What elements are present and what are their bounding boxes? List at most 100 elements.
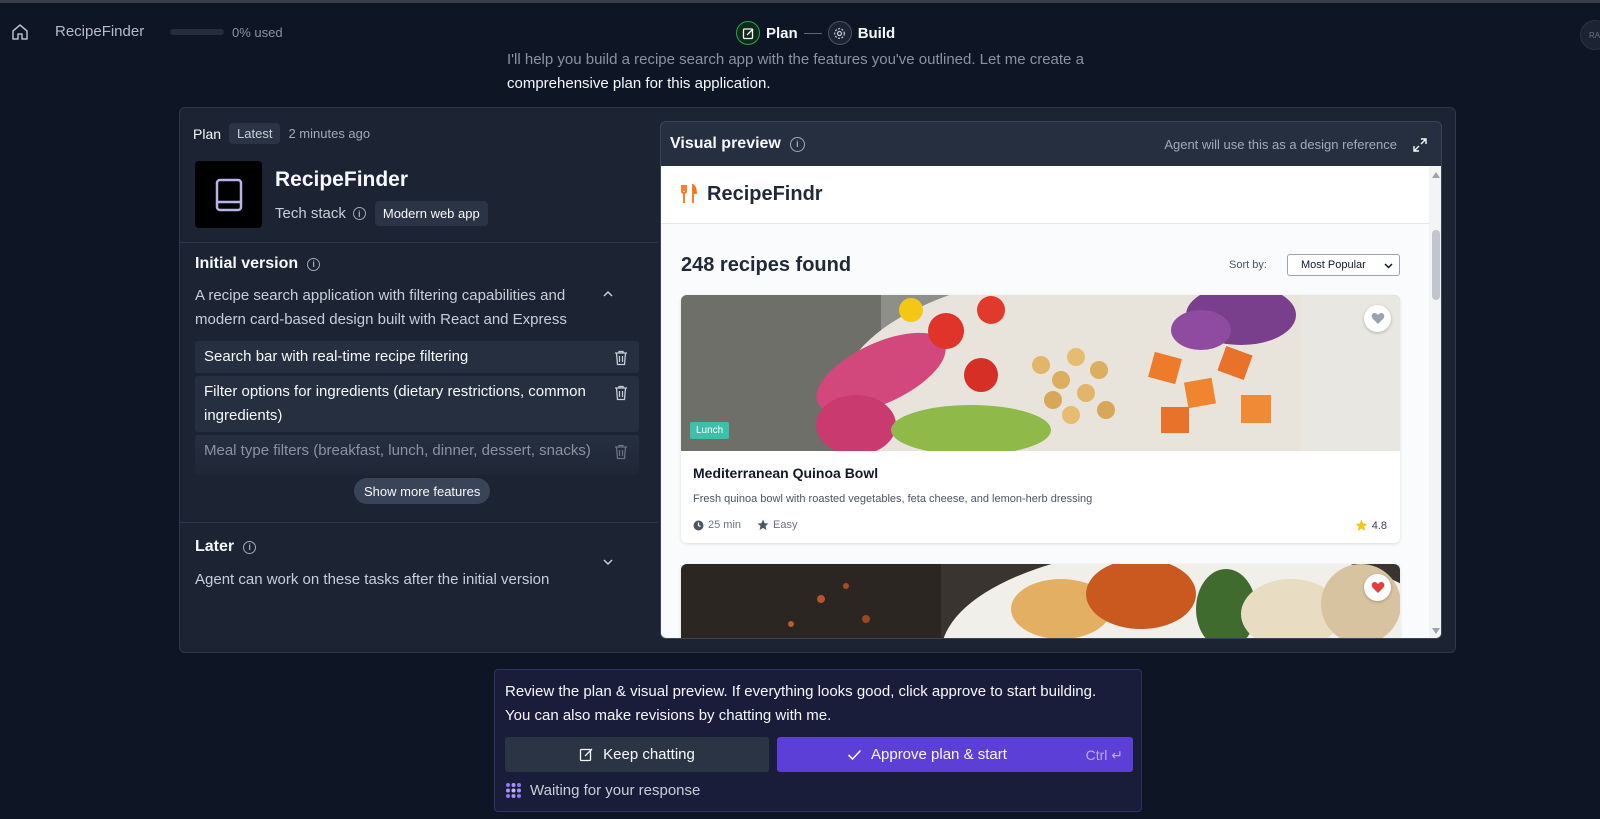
trash-icon[interactable] [614,350,628,366]
check-icon [847,749,862,760]
recipe-title[interactable]: Mediterranean Quinoa Bowl [693,465,878,481]
recipe-card[interactable] [681,564,1400,638]
keep-chatting-label: Keep chatting [603,746,695,763]
feature-label: Meal type filters (breakfast, lunch, din… [204,442,591,459]
approval-panel: Review the plan & visual preview. If eve… [494,669,1142,812]
feature-label: Filter options for ingredients (dietary … [204,383,586,424]
divider [180,242,658,243]
waiting-label: Waiting for your response [530,782,701,799]
keep-chatting-button[interactable]: Keep chatting [505,737,769,772]
difficulty-star-icon [757,519,769,530]
expand-icon[interactable] [1412,137,1428,153]
app-name[interactable]: RecipeFinder [55,23,144,40]
plan-label: Plan [193,125,222,142]
utensils-icon [681,184,697,203]
agent-message: I'll help you build a recipe search app … [507,48,1107,96]
recipe-difficulty: Easy [773,519,798,531]
info-icon[interactable]: i [789,136,805,152]
results-count: 248 recipes found [681,254,852,276]
rating-value: 4.8 [1371,519,1387,532]
home-icon[interactable] [11,23,29,41]
visual-preview-label: Visual preview [670,135,781,152]
preview-scrollbar[interactable] [1429,166,1441,638]
agent-message-line-1: I'll help you build a recipe search app … [507,51,1084,68]
plan-timestamp: 2 minutes ago [288,126,371,141]
waiting-status: Waiting for your response [505,782,700,799]
info-icon[interactable]: i [307,257,321,271]
plan-details: Plan Latest 2 minutes ago RecipeFinder T… [180,108,658,652]
sort-value: Most Popular [1301,259,1366,271]
initial-version-title: Initial version i [195,255,321,273]
site-logo[interactable]: RecipeFindr [707,183,823,206]
edit-icon[interactable] [736,21,760,45]
step-indicator: Plan Build [736,20,895,46]
preview-site: RecipeFindr 248 recipes found Sort by: M… [661,166,1441,638]
sort-select[interactable]: Most Popular [1287,254,1400,276]
heart-icon [1371,582,1384,593]
sort-label: Sort by: [1229,259,1267,271]
show-more-button[interactable]: Show more features [354,478,491,504]
divider [180,522,658,523]
feature-item[interactable]: Filter options for ingredients (dietary … [195,376,639,432]
agent-message-line-2: comprehensive plan for this application. [507,75,771,92]
usage-text: 0% used [232,25,283,40]
trash-icon[interactable] [614,385,628,401]
step-build[interactable]: Build [858,25,896,42]
scroll-up-arrow[interactable] [1432,172,1440,178]
book-icon [195,161,262,228]
scroll-thumb[interactable] [1432,230,1440,300]
agent-loading-icon [506,783,521,798]
scroll-down-arrow[interactable] [1432,628,1440,634]
gear-icon[interactable] [827,21,852,45]
recipe-card[interactable]: Lunch Mediterranean Quinoa Bowl Fresh qu… [681,295,1400,543]
approval-message: Review the plan & visual preview. If eve… [505,683,1097,724]
latest-badge: Latest [229,123,281,144]
trash-icon[interactable] [614,444,628,460]
plan-app-title: RecipeFinder [275,168,409,191]
approve-label-group: Approve plan & start [847,746,1007,763]
recipe-meta: 25 min Easy [693,519,798,531]
heart-icon [1371,313,1384,324]
chevron-down-icon [1384,263,1393,269]
step-plan[interactable]: Plan [766,25,798,42]
plan-header: Plan Latest 2 minutes ago [193,123,370,144]
usage-bar [170,29,224,35]
meal-tag: Lunch [690,422,730,439]
later-desc: Agent can work on these tasks after the … [195,571,550,588]
later-title: Later i [195,538,257,556]
info-icon[interactable]: i [352,207,366,220]
initial-version-label: Initial version [195,255,299,272]
approve-label: Approve plan & start [871,746,1007,763]
step-separator [803,32,822,34]
feature-label: Search bar with real-time recipe filteri… [204,348,469,365]
recipe-time: 25 min [708,519,742,531]
plan-panel: Plan Latest 2 minutes ago RecipeFinder T… [179,107,1456,653]
tech-stack-label: Tech stack [275,205,346,222]
star-icon [1355,519,1368,531]
avatar[interactable]: RA [1580,20,1600,50]
initial-version-desc: A recipe search application with filteri… [195,287,567,328]
clock-icon [693,520,704,530]
chevron-down-icon[interactable] [601,555,615,569]
tech-stack-row: Tech stack i Modern web app [275,201,488,226]
visual-preview-header: Visual preview i Agent will use this as … [661,122,1441,166]
recipe-desc: Fresh quinoa bowl with roasted vegetable… [693,493,1093,505]
visual-preview-hint: Agent will use this as a design referenc… [1164,137,1397,152]
favorite-button[interactable] [1364,305,1391,332]
tech-stack-badge: Modern web app [374,201,488,226]
later-label: Later [195,538,235,555]
recipe-image: Lunch [681,295,1400,451]
approve-plan-button[interactable]: Approve plan & start Ctrl ↵ [777,737,1133,772]
feature-item[interactable]: Meal type filters (breakfast, lunch, din… [195,435,639,475]
recipe-image [681,564,1400,638]
visual-preview-title: Visual preview i [670,135,805,153]
recipe-rating: 4.8 [1355,519,1387,532]
visual-preview: Visual preview i Agent will use this as … [660,121,1442,639]
chevron-up-icon[interactable] [601,287,615,301]
site-navbar: RecipeFindr [661,166,1429,224]
edit-icon [579,748,593,762]
feature-item[interactable]: Search bar with real-time recipe filteri… [195,341,639,373]
approve-shortcut: Ctrl ↵ [1085,747,1123,763]
info-icon[interactable]: i [243,540,257,554]
favorite-button[interactable] [1364,574,1391,601]
